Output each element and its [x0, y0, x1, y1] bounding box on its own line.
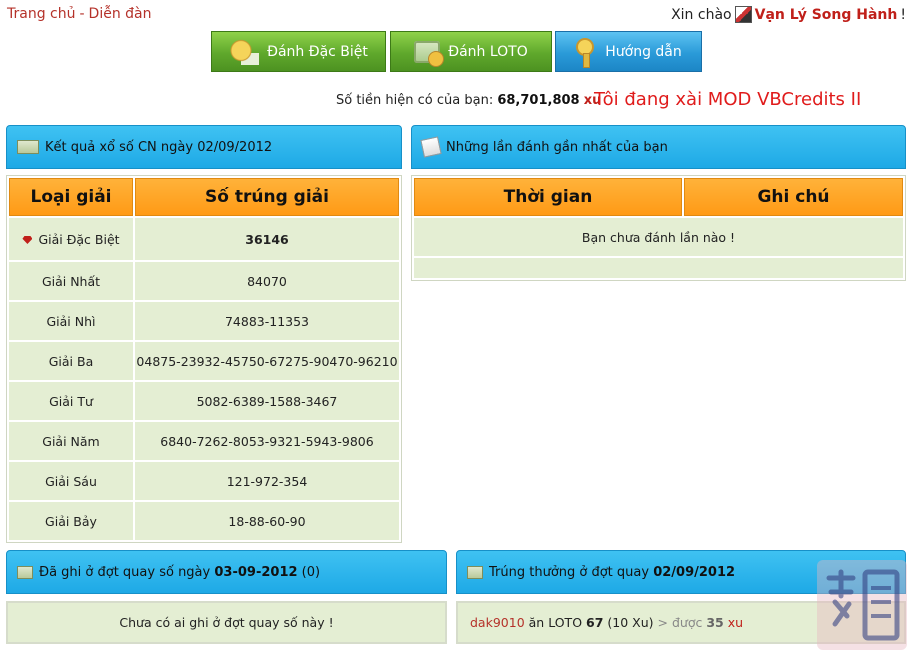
table-row: Giải Ba 04875-23932-45750-67275-90470-96… — [9, 342, 399, 380]
results-table: Loại giải Số trúng giải Giải Đặc Biệt 36… — [6, 175, 402, 543]
table-row: Giải Nhất 84070 — [9, 262, 399, 300]
results-title: Kết quả xổ số CN ngày 02/09/2012 — [45, 139, 273, 155]
play-loto-button[interactable]: Đánh LOTO — [390, 31, 552, 72]
table-row: Giải Đặc Biệt 36146 — [9, 218, 399, 260]
prize-numbers: 74883-11353 — [135, 302, 399, 340]
recorded-title: Đã ghi ở đợt quay số ngày 03-09-2012 (0) — [39, 565, 320, 580]
prize-name: Giải Nhất — [9, 262, 133, 300]
ticket-icon — [467, 565, 483, 579]
greeting-text: Xin chào — [671, 6, 732, 23]
list-item: dak9010 ăn LOTO 67 (10 Xu) > được 35 xu — [470, 615, 743, 630]
user-avatar-icon — [734, 6, 752, 23]
column-header: Thời gian — [414, 178, 682, 216]
prize-name: Giải Tư — [9, 382, 133, 420]
recorded-panel-header: Đã ghi ở đợt quay số ngày 03-09-2012 (0) — [6, 550, 447, 594]
prize-name: Giải Bảy — [9, 502, 133, 540]
balance-amount: 68,701,808 — [497, 93, 580, 108]
recent-table: Thời gian Ghi chú Bạn chưa đánh lần nào … — [411, 175, 906, 281]
winners-date: 02/09/2012 — [653, 564, 736, 580]
recorded-count: (0) — [301, 564, 321, 580]
play-special-label: Đánh Đặc Biệt — [267, 43, 368, 60]
prize-name: Giải Đặc Biệt — [9, 218, 133, 260]
key-icon — [575, 37, 597, 68]
winner-username-link[interactable]: dak9010 — [470, 615, 525, 630]
table-row: Giải Bảy 18-88-60-90 — [9, 502, 399, 540]
note-icon — [420, 136, 442, 158]
recorded-empty-message: Chưa có ai ghi ở đợt quay số này ! — [119, 615, 334, 630]
balance-line: Số tiền hiện có của bạn: 68,701,808 xu — [336, 93, 601, 108]
greeting-suffix: ! — [900, 6, 906, 23]
guide-button[interactable]: Hướng dẫn — [555, 31, 702, 72]
winner-stake: (10 Xu) — [607, 615, 654, 630]
prize-name: Giải Ba — [9, 342, 133, 380]
breadcrumb-separator: - — [79, 6, 85, 22]
gem-icon — [22, 236, 33, 244]
winner-unit: xu — [727, 615, 744, 630]
prize-numbers: 121-972-354 — [135, 462, 399, 500]
column-header: Số trúng giải — [135, 178, 399, 216]
forum-link[interactable]: Diễn đàn — [89, 6, 152, 22]
winners-title-prefix: Trúng thưởng ở đợt quay — [489, 564, 650, 580]
winners-title: Trúng thưởng ở đợt quay 02/09/2012 — [489, 565, 735, 580]
play-special-button[interactable]: Đánh Đặc Biệt — [211, 31, 386, 72]
ticket-icon — [414, 40, 445, 67]
prize-numbers: 84070 — [135, 262, 399, 300]
table-row: Giải Nhì 74883-11353 — [9, 302, 399, 340]
prize-numbers: 5082-6389-1588-3467 — [135, 382, 399, 420]
prize-name: Giải Nhì — [9, 302, 133, 340]
recorded-title-prefix: Đã ghi ở đợt quay số ngày — [39, 564, 211, 580]
table-row: Giải Năm 6840-7262-8053-9321-5943-9806 — [9, 422, 399, 460]
column-header: Loại giải — [9, 178, 133, 216]
table-row — [414, 258, 903, 278]
mod-notice: Tôi đang xài MOD VBCredits II — [594, 89, 862, 110]
logo-watermark-icon — [817, 560, 907, 650]
prize-numbers: 04875-23932-45750-67275-90470-96210 — [135, 342, 399, 380]
recent-panel-header: Những lần đánh gần nhất của bạn — [411, 125, 906, 169]
breadcrumb: Trang chủ - Diễn đàn — [7, 6, 152, 22]
results-panel-header: Kết quả xổ số CN ngày 02/09/2012 — [6, 125, 402, 169]
table-row: Giải Sáu 121-972-354 — [9, 462, 399, 500]
recorded-empty-box: Chưa có ai ghi ở đợt quay số này ! — [6, 601, 447, 644]
winner-action: ăn LOTO — [528, 615, 583, 630]
user-greeting: Xin chào Vạn Lý Song Hành ! — [671, 6, 906, 23]
prize-label: Giải Đặc Biệt — [38, 231, 120, 247]
empty-message: Bạn chưa đánh lần nào ! — [414, 218, 903, 256]
prize-numbers: 6840-7262-8053-9321-5943-9806 — [135, 422, 399, 460]
winner-number: 67 — [586, 615, 604, 630]
prize-numbers: 18-88-60-90 — [135, 502, 399, 540]
prize-name: Giải Năm — [9, 422, 133, 460]
home-link[interactable]: Trang chủ — [7, 6, 75, 22]
money-icon — [229, 36, 260, 67]
winner-got: được — [671, 615, 703, 630]
banknote-icon — [17, 140, 39, 154]
prize-numbers: 36146 — [135, 218, 399, 260]
empty-row — [414, 258, 903, 278]
column-header: Ghi chú — [684, 178, 903, 216]
recent-title: Những lần đánh gần nhất của bạn — [446, 139, 668, 155]
table-row: Bạn chưa đánh lần nào ! — [414, 218, 903, 256]
table-row: Giải Tư 5082-6389-1588-3467 — [9, 382, 399, 420]
prize-name: Giải Sáu — [9, 462, 133, 500]
ticket-icon — [17, 565, 33, 579]
winner-arrow: > — [657, 615, 668, 630]
play-loto-label: Đánh LOTO — [448, 43, 528, 60]
username-link[interactable]: Vạn Lý Song Hành — [755, 7, 898, 23]
recorded-date: 03-09-2012 — [214, 564, 298, 580]
balance-label: Số tiền hiện có của bạn: — [336, 93, 494, 108]
guide-label: Hướng dẫn — [605, 43, 682, 60]
winner-amount: 35 — [706, 615, 724, 630]
